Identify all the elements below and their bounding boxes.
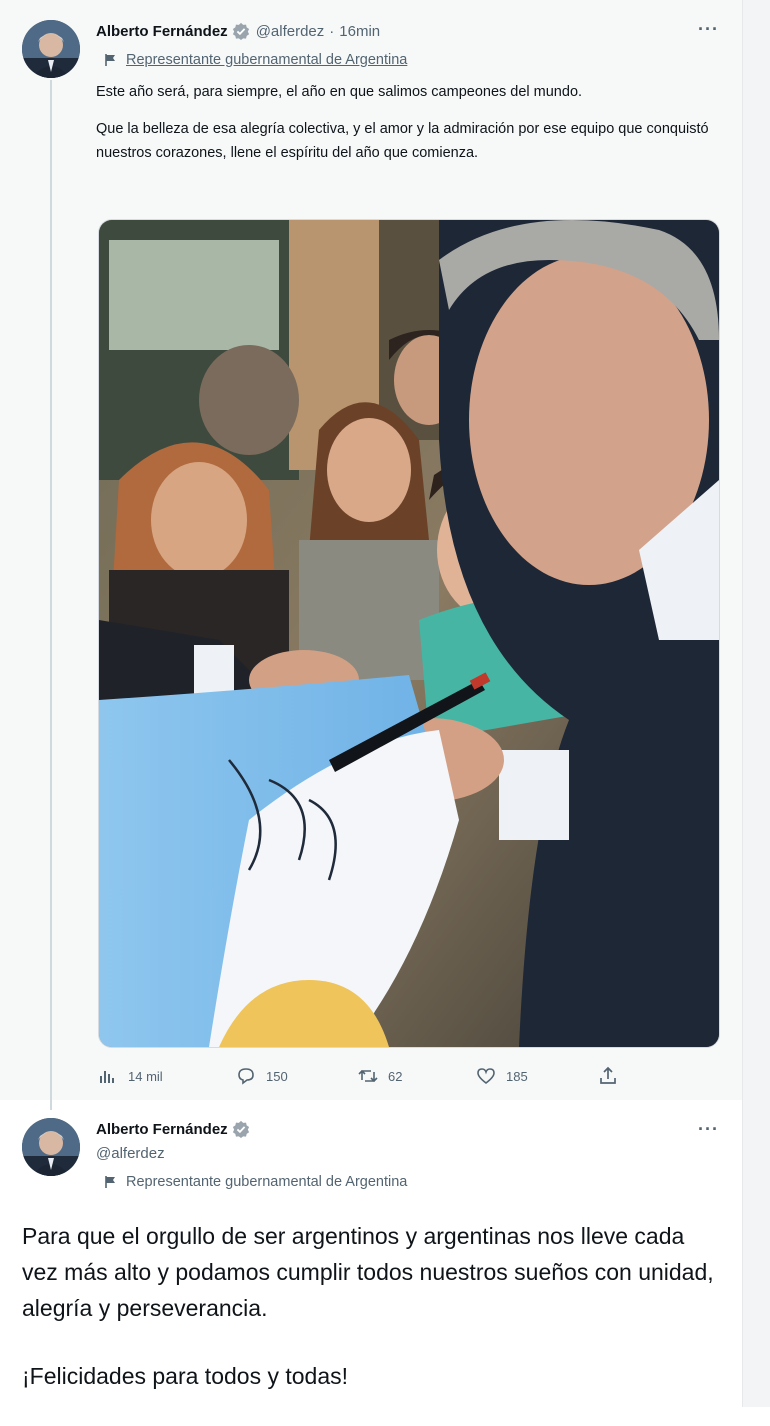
tweet-2-paragraph: ¡Felicidades para todos y todas! (22, 1363, 349, 1389)
reply-count: 150 (266, 1068, 288, 1084)
views-button[interactable]: 14 mil (98, 1062, 163, 1090)
tweet-timestamp[interactable]: 16min (339, 23, 380, 40)
tweet-2-paragraph: Para que el orgullo de ser argentinos y … (22, 1223, 714, 1321)
retweet-button[interactable]: 62 (358, 1062, 402, 1090)
avatar[interactable] (22, 1118, 80, 1176)
like-button[interactable]: 185 (476, 1062, 528, 1090)
thread-connector-line (50, 80, 52, 1110)
tweet-1-paragraph: Este año será, para siempre, el año en q… (96, 84, 583, 100)
government-label[interactable]: Representante gubernamental de Argentina (104, 52, 407, 68)
tweet-1-header: Alberto Fernández @alferdez · 16min (96, 22, 380, 40)
verified-badge-icon (232, 22, 249, 40)
right-gutter (742, 0, 770, 1407)
share-icon (600, 1066, 616, 1084)
views-count: 14 mil (128, 1068, 163, 1084)
tweet-1-body: Este año será, para siempre, el año en q… (96, 80, 716, 178)
verified-badge-icon (232, 1120, 249, 1138)
avatar[interactable] (22, 20, 80, 78)
government-label-text[interactable]: Representante gubernamental de Argentina (126, 1174, 407, 1190)
header-separator: · (329, 22, 335, 40)
author-handle[interactable]: @alferdez (96, 1145, 165, 1162)
tweet-1-paragraph: Que la belleza de esa alegría colectiva,… (96, 121, 709, 161)
tweet-1-actions: 14 mil 150 62 185 (98, 1062, 658, 1090)
government-label[interactable]: Representante gubernamental de Argentina (104, 1174, 407, 1190)
reply-icon (238, 1068, 254, 1085)
more-options-button[interactable]: ··· (698, 1119, 719, 1140)
views-icon (100, 1071, 114, 1083)
like-icon (477, 1068, 495, 1085)
tweet-2-body: Para que el orgullo de ser argentinos y … (22, 1218, 722, 1426)
reply-button[interactable]: 150 (236, 1062, 288, 1090)
tweet-photo[interactable] (98, 219, 720, 1048)
retweet-count: 62 (388, 1068, 403, 1084)
author-name[interactable]: Alberto Fernández (96, 23, 228, 40)
like-count: 185 (506, 1068, 528, 1084)
author-name[interactable]: Alberto Fernández (96, 1121, 228, 1138)
government-label-text[interactable]: Representante gubernamental de Argentina (126, 52, 407, 68)
share-button[interactable] (598, 1062, 628, 1090)
flag-icon (105, 54, 115, 66)
tweet-2-header: Alberto Fernández (96, 1120, 250, 1138)
retweet-icon (358, 1069, 378, 1083)
more-options-button[interactable]: ··· (698, 19, 719, 40)
flag-icon (105, 1176, 115, 1188)
author-handle[interactable]: @alferdez (256, 23, 325, 40)
